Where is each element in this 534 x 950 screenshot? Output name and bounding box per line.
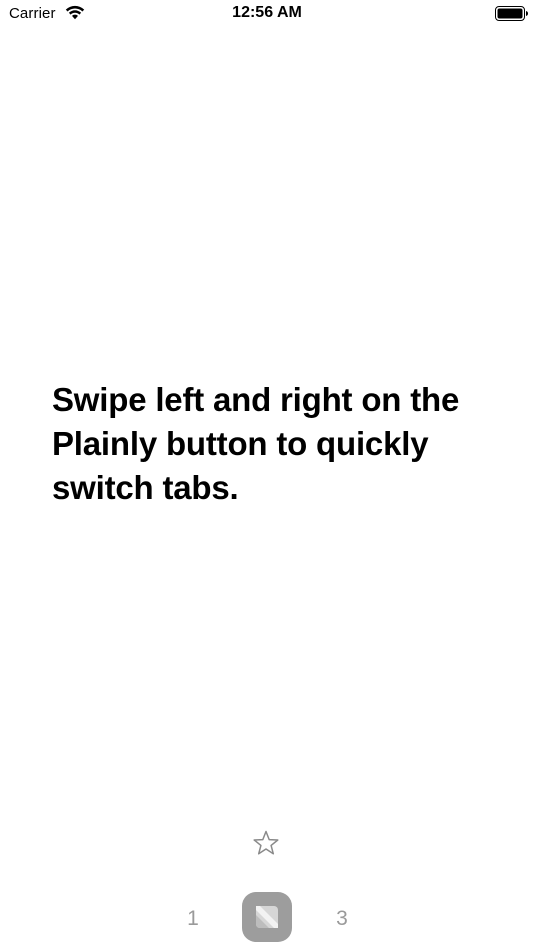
plainly-logo-icon <box>256 906 278 928</box>
tab-3[interactable]: 3 <box>327 907 357 931</box>
onboarding-message: Swipe left and right on the Plainly butt… <box>52 381 460 506</box>
status-bar: Carrier 12:56 AM <box>0 0 534 30</box>
clock: 12:56 AM <box>232 4 302 21</box>
star-outline-icon <box>253 830 279 855</box>
tab-1[interactable]: 1 <box>178 907 208 931</box>
battery-icon <box>495 6 528 21</box>
plainly-button[interactable] <box>242 892 292 942</box>
favorite-button[interactable] <box>251 828 281 858</box>
